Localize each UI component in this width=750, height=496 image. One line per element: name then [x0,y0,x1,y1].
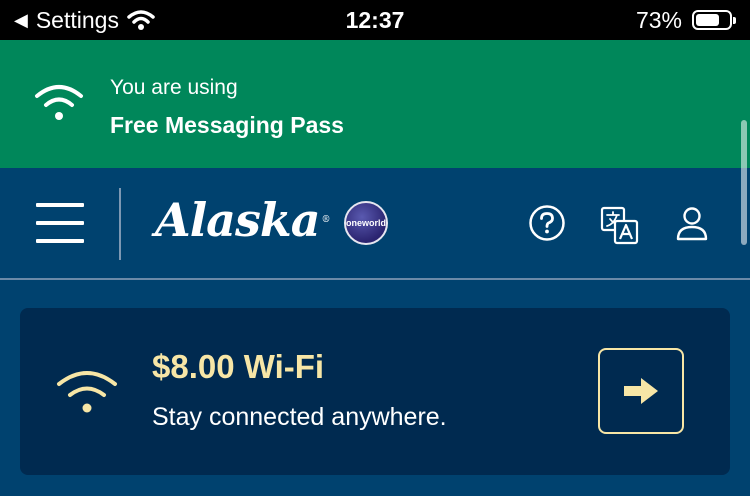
wifi-icon [57,371,117,413]
battery-status: 73% [635,6,736,33]
status-bar: ◀ Settings 12:37 73% [0,0,750,40]
alaska-logo[interactable]: Alaska ® [155,190,331,250]
wifi-offer-title: $8.00 Wi-Fi [152,348,325,385]
battery-percent: 73% [635,6,682,33]
arrow-right-icon [624,378,658,404]
wifi-offer-subtitle: Stay connected anywhere. [152,403,447,431]
pass-status-label: You are using [110,76,238,99]
wifi-offer-card[interactable]: $8.00 Wi-Fi Stay connected anywhere. [20,308,730,475]
logo-text: Alaska [155,193,321,247]
wifi-icon [35,85,83,120]
profile-icon[interactable] [675,206,709,242]
battery-fill [696,14,720,26]
menu-button[interactable] [36,203,84,243]
messaging-pass-banner: You are using Free Messaging Pass [0,40,750,168]
app-header: Alaska ® oneworld [0,168,750,280]
scrollbar[interactable] [741,120,747,245]
menu-icon-bar [36,221,84,225]
battery-icon [692,10,736,30]
wifi-offer-arrow-button[interactable] [598,348,684,434]
menu-icon-bar [36,239,84,243]
menu-icon-bar [36,203,84,207]
help-icon[interactable] [528,204,566,242]
oneworld-label: oneworld [346,218,386,228]
header-divider [119,188,121,260]
oneworld-badge: oneworld [344,201,388,245]
logo-registered-mark: ® [321,215,331,225]
pass-name: Free Messaging Pass [110,112,344,138]
translate-icon[interactable] [600,206,640,246]
